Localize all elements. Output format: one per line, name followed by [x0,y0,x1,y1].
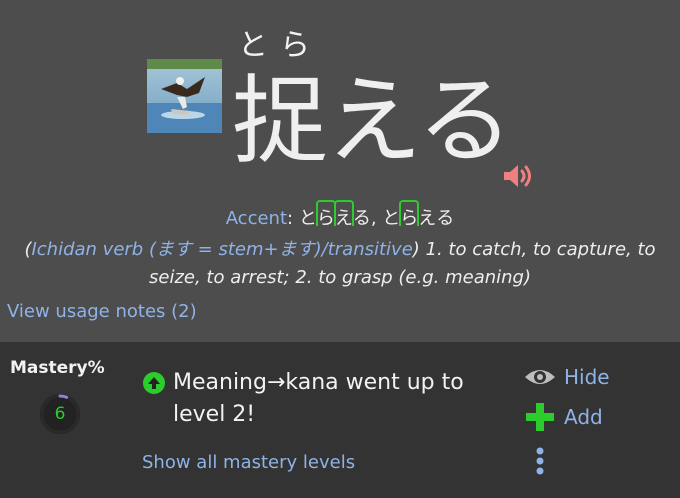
accent-char: え [418,208,437,229]
speaker-icon[interactable] [502,162,536,190]
eye-icon [524,364,556,390]
plus-icon [524,403,556,431]
accent-colon: : [287,208,294,229]
accent-label[interactable]: Accent [226,208,287,229]
furigana-reading: とら [238,28,322,63]
add-button[interactable]: Add [524,403,603,431]
pitch-accent-line: Accent: とらえる, とらえる [0,200,680,230]
level-up-icon [143,372,165,394]
show-all-mastery-link[interactable]: Show all mastery levels [142,452,355,473]
mastery-message: Meaning→kana went up to level 2! [173,370,464,427]
accent-forms: とらえる, とらえる [299,200,454,229]
definition-close-paren: ) [412,239,420,260]
add-label: Add [564,405,603,429]
vocab-word: 捉える [232,65,513,177]
accent-char: る [352,208,371,229]
accent-char: る [436,208,455,229]
mastery-dial: 6 [40,394,80,434]
accent-char: ら [399,200,420,230]
hide-label: Hide [564,365,610,389]
mastery-title: Mastery% [10,358,105,378]
view-usage-notes-link[interactable]: View usage notes (2) [7,301,197,322]
accent-char: ら [315,200,336,230]
accent-char: え [333,200,354,230]
more-options-icon[interactable] [534,446,546,476]
accent-separator: , [370,208,383,229]
accent-char: と [298,208,317,229]
vocab-card: とら 捉える Accent: とらえる, とらえる (Ichidan verb … [0,0,680,342]
definition: (Ichidan verb (ます = stem+ます)/transitive)… [20,236,660,292]
mastery-value: 6 [54,404,66,424]
accent-char: と [382,208,401,229]
eagle-catching-fish-image [147,59,222,133]
hide-button[interactable]: Hide [524,364,610,390]
mastery-panel: Mastery% 6 Meaning→kana went up to level… [0,342,680,498]
vocab-image[interactable] [147,59,222,133]
part-of-speech[interactable]: Ichidan verb (ます = stem+ます)/transitive [31,239,412,260]
